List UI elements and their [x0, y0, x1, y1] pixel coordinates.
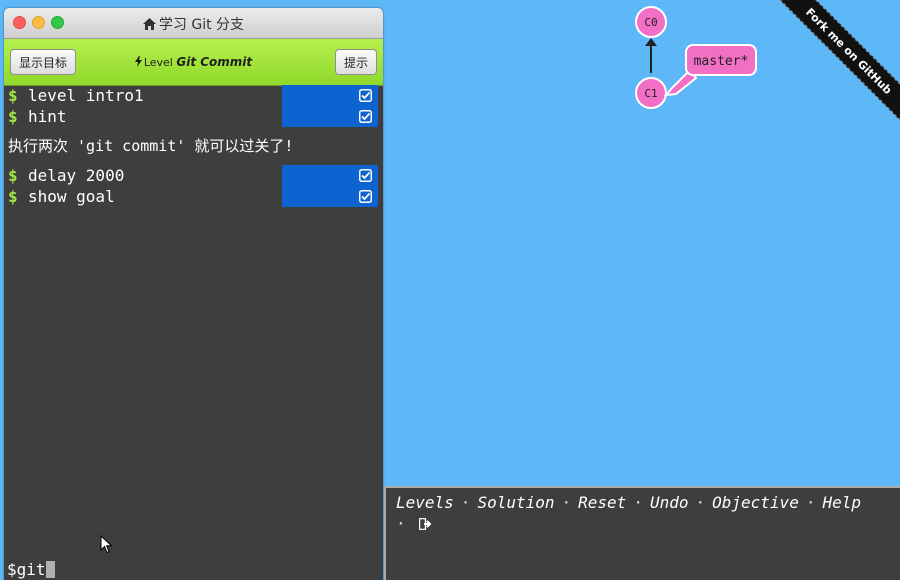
- level-toolbar: 显示目标 Level Git Commit 提示: [4, 39, 383, 86]
- mouse-pointer-icon: [100, 535, 113, 554]
- commit-label: C1: [644, 87, 657, 100]
- level-label: Level Git Commit: [74, 55, 313, 69]
- command-prompt: $: [8, 166, 18, 185]
- input-value: git: [16, 560, 46, 579]
- help-link[interactable]: Help: [822, 493, 861, 512]
- level-instruction-message: 执行两次 'git commit' 就可以过关了!: [8, 137, 294, 155]
- command-status: [282, 106, 378, 127]
- bolt-icon: [134, 56, 142, 67]
- show-goal-button[interactable]: 显示目标: [10, 49, 76, 75]
- branch-tag[interactable]: master*: [685, 44, 757, 76]
- command-text: show goal: [28, 187, 115, 206]
- reset-link[interactable]: Reset: [578, 493, 626, 512]
- command-status: [282, 165, 378, 186]
- commands-line: Levels · Solution · Reset · Undo · Objective · Hel…: [396, 492, 892, 534]
- objective-link[interactable]: Objective: [712, 493, 799, 512]
- command-text: level intro1: [28, 86, 144, 105]
- commit-label: C0: [644, 16, 657, 29]
- separator: ·: [396, 514, 406, 533]
- window-title-text: 学习 Git 分支: [158, 17, 245, 33]
- window-titlebar[interactable]: 学习 Git 分支: [4, 8, 383, 39]
- separator: ·: [633, 493, 643, 512]
- command-entry: $ delay 2000: [4, 165, 379, 186]
- command-entry: $ level intro1: [4, 85, 379, 106]
- terminal-window: 学习 Git 分支 显示目标 Level Git Commit 提示 $ lev…: [4, 8, 383, 580]
- command-entry: $ hint: [4, 106, 379, 127]
- separator: ·: [805, 493, 816, 512]
- exit-icon[interactable]: [418, 518, 433, 530]
- commit-node[interactable]: C1: [635, 77, 667, 109]
- command-prompt: $: [8, 107, 18, 126]
- separator: ·: [695, 493, 706, 512]
- undo-link[interactable]: Undo: [650, 493, 689, 512]
- command-text: hint: [28, 107, 67, 126]
- checkbox-checked-icon: [359, 190, 372, 203]
- command-prompt: $: [8, 86, 18, 105]
- solution-link[interactable]: Solution: [477, 493, 554, 512]
- branch-label: master*: [694, 54, 749, 69]
- levels-link[interactable]: Levels: [396, 493, 454, 512]
- level-prefix: Level: [143, 56, 173, 69]
- checkbox-checked-icon: [359, 110, 372, 123]
- command-input[interactable]: $git: [7, 560, 55, 580]
- home-icon: [142, 18, 156, 30]
- hint-button[interactable]: 提示: [335, 49, 377, 75]
- commands-panel: Levels · Solution · Reset · Undo · Objective · Hel…: [384, 486, 900, 580]
- level-name: Git Commit: [176, 55, 253, 69]
- input-prompt: $: [7, 560, 17, 579]
- commit-node[interactable]: C0: [635, 6, 667, 38]
- command-entry: $ show goal: [4, 186, 379, 207]
- separator: ·: [460, 493, 471, 512]
- window-title: 学习 Git 分支: [4, 14, 383, 34]
- command-status: [282, 85, 378, 106]
- commit-graph: C0 C1 master*: [635, 6, 757, 109]
- command-prompt: $: [8, 187, 18, 206]
- command-text: delay 2000: [28, 166, 125, 185]
- text-cursor: [45, 561, 55, 578]
- edge-arrowhead-icon: [645, 38, 657, 46]
- checkbox-checked-icon: [359, 169, 372, 182]
- command-status: [282, 186, 378, 207]
- separator: ·: [561, 493, 572, 512]
- checkbox-checked-icon: [359, 89, 372, 102]
